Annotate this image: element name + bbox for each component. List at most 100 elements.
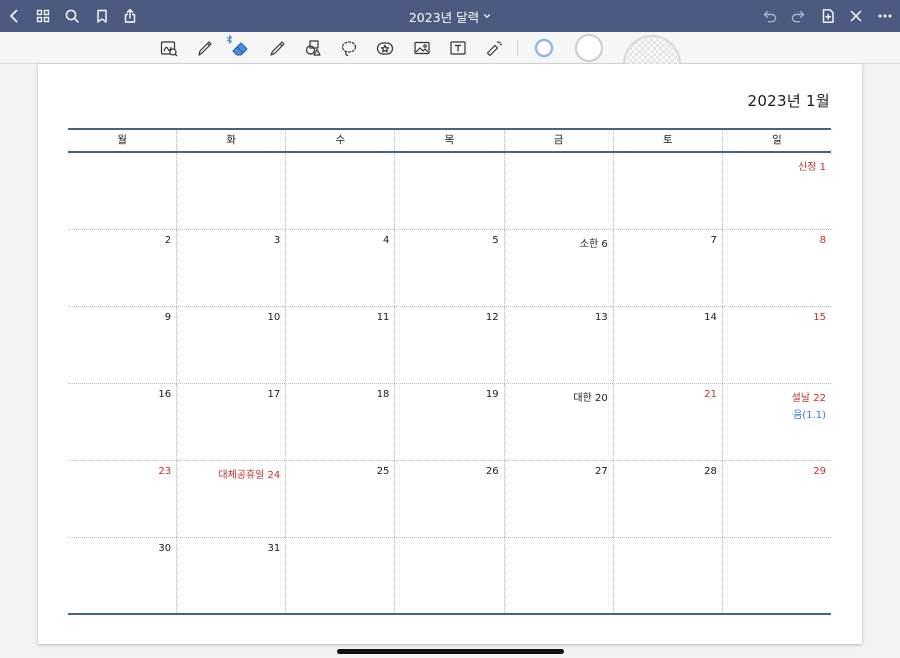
day-cell[interactable]: 17 xyxy=(177,384,287,460)
day-cell[interactable]: 28 xyxy=(614,461,723,537)
weekday-label: 토 xyxy=(614,130,723,151)
notebook-page[interactable]: 2023년 1월 월화수목금토일 신정 1 2 3 4 5 소한 6 7 8 9 10 11 12 13… xyxy=(38,64,862,644)
day-cell[interactable]: 11 xyxy=(286,307,396,383)
day-label: 28 xyxy=(704,466,717,477)
pen-preset-circle-icon xyxy=(534,38,554,58)
bookmark-button[interactable] xyxy=(88,0,116,32)
day-cell[interactable]: 21 xyxy=(614,384,723,460)
day-cell[interactable]: 31 xyxy=(177,538,287,613)
day-cell[interactable]: 12 xyxy=(395,307,505,383)
undo-button[interactable] xyxy=(756,0,784,32)
bookmark-icon xyxy=(97,9,107,23)
day-cell[interactable]: 9 xyxy=(68,307,178,383)
day-cell[interactable]: 10 xyxy=(177,307,287,383)
week-row: 16 17 18 19 대한 20 21 설날 22 음(1.1) xyxy=(68,384,831,461)
day-label: 14 xyxy=(704,312,717,323)
day-cell[interactable]: 3 xyxy=(177,230,287,306)
day-cell[interactable]: 대한 20 xyxy=(505,384,614,460)
day-cell[interactable]: 26 xyxy=(395,461,505,537)
lasso-tool[interactable] xyxy=(336,36,362,60)
image-tool[interactable] xyxy=(409,36,435,60)
day-cell[interactable]: 25 xyxy=(286,461,396,537)
add-page-button[interactable] xyxy=(814,0,842,32)
day-cell[interactable]: 19 xyxy=(395,384,505,460)
day-label: 16 xyxy=(158,389,172,400)
highlighter-tool[interactable] xyxy=(264,36,290,60)
day-cell[interactable] xyxy=(505,153,614,229)
thumbnails-button[interactable] xyxy=(29,0,57,32)
day-cell[interactable]: 소한 6 xyxy=(505,230,614,306)
day-label: 10 xyxy=(267,312,281,323)
back-button[interactable] xyxy=(0,0,28,32)
text-tool[interactable] xyxy=(445,36,471,60)
day-cell[interactable]: 5 xyxy=(395,230,505,306)
day-cell[interactable]: 16 xyxy=(68,384,178,460)
day-cell[interactable] xyxy=(505,538,614,613)
day-cell[interactable]: 대체공휴일 24 xyxy=(177,461,287,537)
top-navigation-bar: 2023년 달력 xyxy=(0,0,900,32)
close-button[interactable] xyxy=(842,0,870,32)
day-cell[interactable] xyxy=(286,538,396,613)
weekday-label: 수 xyxy=(286,130,396,151)
search-button[interactable] xyxy=(58,0,86,32)
sticker-tool[interactable] xyxy=(372,36,398,60)
eraser-icon xyxy=(232,42,248,56)
day-cell[interactable] xyxy=(68,153,178,229)
day-cell[interactable]: 7 xyxy=(614,230,723,306)
day-cell[interactable] xyxy=(614,538,723,613)
day-cell[interactable]: 27 xyxy=(505,461,614,537)
day-cell[interactable] xyxy=(723,538,831,613)
day-cell[interactable]: 18 xyxy=(286,384,396,460)
laser-pointer-tool[interactable] xyxy=(481,36,507,60)
day-cell[interactable]: 8 xyxy=(723,230,831,306)
day-label: 8 xyxy=(819,235,826,246)
day-cell[interactable]: 4 xyxy=(286,230,396,306)
close-icon xyxy=(850,10,862,22)
day-cell[interactable] xyxy=(286,153,396,229)
redo-button[interactable] xyxy=(784,0,812,32)
lasso-icon xyxy=(341,41,357,57)
day-cell[interactable]: 13 xyxy=(505,307,614,383)
weekday-label: 금 xyxy=(505,130,614,151)
chevron-down-icon xyxy=(484,14,491,18)
highlighter-icon xyxy=(270,41,285,56)
month-calendar: 월화수목금토일 신정 1 2 3 4 5 소한 6 7 8 9 10 11 12 13 14 15 16 17 1… xyxy=(68,128,831,615)
day-label: 신정 1 xyxy=(798,162,826,173)
shape-tool[interactable] xyxy=(300,36,326,60)
day-cell[interactable]: 30 xyxy=(68,538,178,613)
day-cell[interactable] xyxy=(614,153,723,229)
day-cell[interactable]: 23 xyxy=(68,461,178,537)
drawing-toolbar xyxy=(0,32,900,64)
day-cell[interactable]: 신정 1 xyxy=(723,153,831,229)
pen-preset-medium[interactable] xyxy=(572,33,606,63)
day-label: 소한 6 xyxy=(579,239,608,250)
lunar-date-label: 음(1.1) xyxy=(793,410,826,421)
week-row: 2 3 4 5 소한 6 7 8 xyxy=(68,230,831,307)
share-button[interactable] xyxy=(116,0,144,32)
chevron-left-icon xyxy=(10,9,18,23)
day-cell[interactable]: 설날 22 음(1.1) xyxy=(723,384,831,460)
document-title-button[interactable]: 2023년 달력 xyxy=(409,7,491,26)
day-label: 26 xyxy=(485,466,499,477)
pen-tool[interactable] xyxy=(192,36,218,60)
pen-preset-circle-icon xyxy=(574,33,604,63)
home-indicator[interactable] xyxy=(337,649,564,654)
day-cell[interactable] xyxy=(395,538,505,613)
calendar-grid: 신정 1 2 3 4 5 소한 6 7 8 9 10 11 12 13 14 15 16 17 18 19 대한 20… xyxy=(68,153,831,615)
eraser-tool[interactable] xyxy=(227,36,253,60)
day-cell[interactable]: 29 xyxy=(723,461,831,537)
day-cell[interactable]: 15 xyxy=(723,307,831,383)
more-button[interactable] xyxy=(871,0,899,32)
day-cell[interactable] xyxy=(177,153,287,229)
pen-preset-selected[interactable] xyxy=(530,36,558,60)
day-cell[interactable] xyxy=(395,153,505,229)
more-icon xyxy=(878,14,892,18)
read-only-mode-button[interactable] xyxy=(156,36,182,60)
pen-preset-large[interactable] xyxy=(620,32,684,64)
day-cell[interactable]: 2 xyxy=(68,230,178,306)
week-row: 신정 1 xyxy=(68,153,831,230)
day-label: 30 xyxy=(158,543,172,554)
day-cell[interactable]: 14 xyxy=(614,307,723,383)
toolbar-divider xyxy=(517,40,518,56)
document-title: 2023년 달력 xyxy=(408,9,480,25)
